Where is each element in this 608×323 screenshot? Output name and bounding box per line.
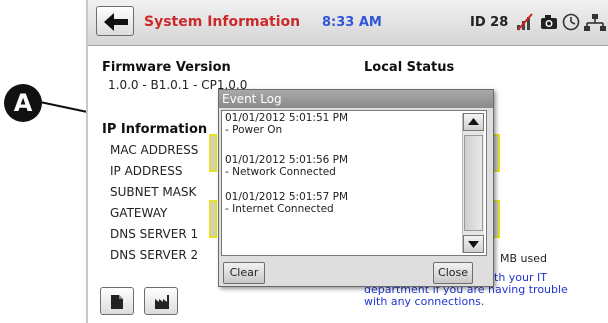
close-button[interactable]: Close bbox=[433, 262, 473, 284]
device-id: ID 28 bbox=[470, 15, 509, 30]
triangle-down-icon bbox=[468, 241, 479, 248]
page-title: System Information bbox=[144, 14, 301, 30]
hidden-button-left-1[interactable] bbox=[209, 134, 217, 172]
document-icon bbox=[111, 295, 123, 309]
back-button[interactable] bbox=[96, 6, 134, 36]
event-log-title: Event Log bbox=[219, 90, 493, 108]
log-entry-timestamp: 01/01/2012 5:01:57 PM bbox=[225, 191, 349, 203]
hidden-button-left-2[interactable] bbox=[209, 200, 217, 238]
document-button[interactable] bbox=[100, 287, 134, 315]
clock-time: 8:33 AM bbox=[322, 15, 382, 30]
no-signal-icon bbox=[517, 13, 533, 31]
clock-icon bbox=[562, 13, 580, 31]
camera-icon bbox=[541, 15, 557, 29]
back-arrow-icon bbox=[104, 13, 128, 31]
log-entry-message: - Network Connected bbox=[225, 166, 336, 178]
storage-used-text: MB used bbox=[500, 252, 547, 265]
log-entry-message: - Power On bbox=[225, 124, 283, 136]
factory-icon bbox=[155, 295, 169, 309]
dns-server-2-label: DNS SERVER 2 bbox=[110, 248, 199, 262]
scroll-down-button[interactable] bbox=[463, 235, 484, 253]
gateway-label: GATEWAY bbox=[110, 206, 168, 220]
triangle-up-icon bbox=[468, 118, 479, 125]
log-entry-timestamp: 01/01/2012 5:01:56 PM bbox=[225, 154, 349, 166]
factory-button[interactable] bbox=[144, 287, 178, 315]
mac-address-label: MAC ADDRESS bbox=[110, 143, 199, 157]
log-entry: 01/01/2012 5:01:57 PM - Internet Connect… bbox=[225, 191, 348, 215]
event-log-dialog: Event Log 01/01/2012 5:01:51 PM - Power … bbox=[218, 89, 494, 287]
ip-info-heading: IP Information bbox=[102, 122, 208, 137]
ip-address-label: IP ADDRESS bbox=[110, 164, 183, 178]
header-bar: System Information 8:33 AM ID 28 bbox=[88, 0, 608, 46]
subnet-mask-label: SUBNET MASK bbox=[110, 185, 197, 199]
event-log-scrollbar[interactable] bbox=[462, 113, 484, 253]
firmware-heading: Firmware Version bbox=[102, 60, 231, 75]
callout-badge: A bbox=[4, 84, 42, 122]
help-text-line-3: with any connections. bbox=[364, 295, 485, 308]
log-entry-message: - Internet Connected bbox=[225, 203, 334, 215]
log-entry: 01/01/2012 5:01:56 PM - Network Connecte… bbox=[225, 154, 348, 178]
device-screen: System Information 8:33 AM ID 28 Firmwar… bbox=[86, 0, 608, 323]
dns-server-1-label: DNS SERVER 1 bbox=[110, 227, 199, 241]
scroll-up-button[interactable] bbox=[463, 113, 484, 131]
clear-button[interactable]: Clear bbox=[223, 262, 265, 284]
log-entry: 01/01/2012 5:01:51 PM - Power On bbox=[225, 112, 348, 136]
local-status-heading: Local Status bbox=[364, 60, 455, 75]
event-log-list[interactable]: 01/01/2012 5:01:51 PM - Power On 01/01/2… bbox=[221, 110, 487, 256]
network-icon bbox=[584, 14, 606, 31]
scroll-thumb[interactable] bbox=[464, 135, 483, 231]
log-entry-timestamp: 01/01/2012 5:01:51 PM bbox=[225, 112, 349, 124]
